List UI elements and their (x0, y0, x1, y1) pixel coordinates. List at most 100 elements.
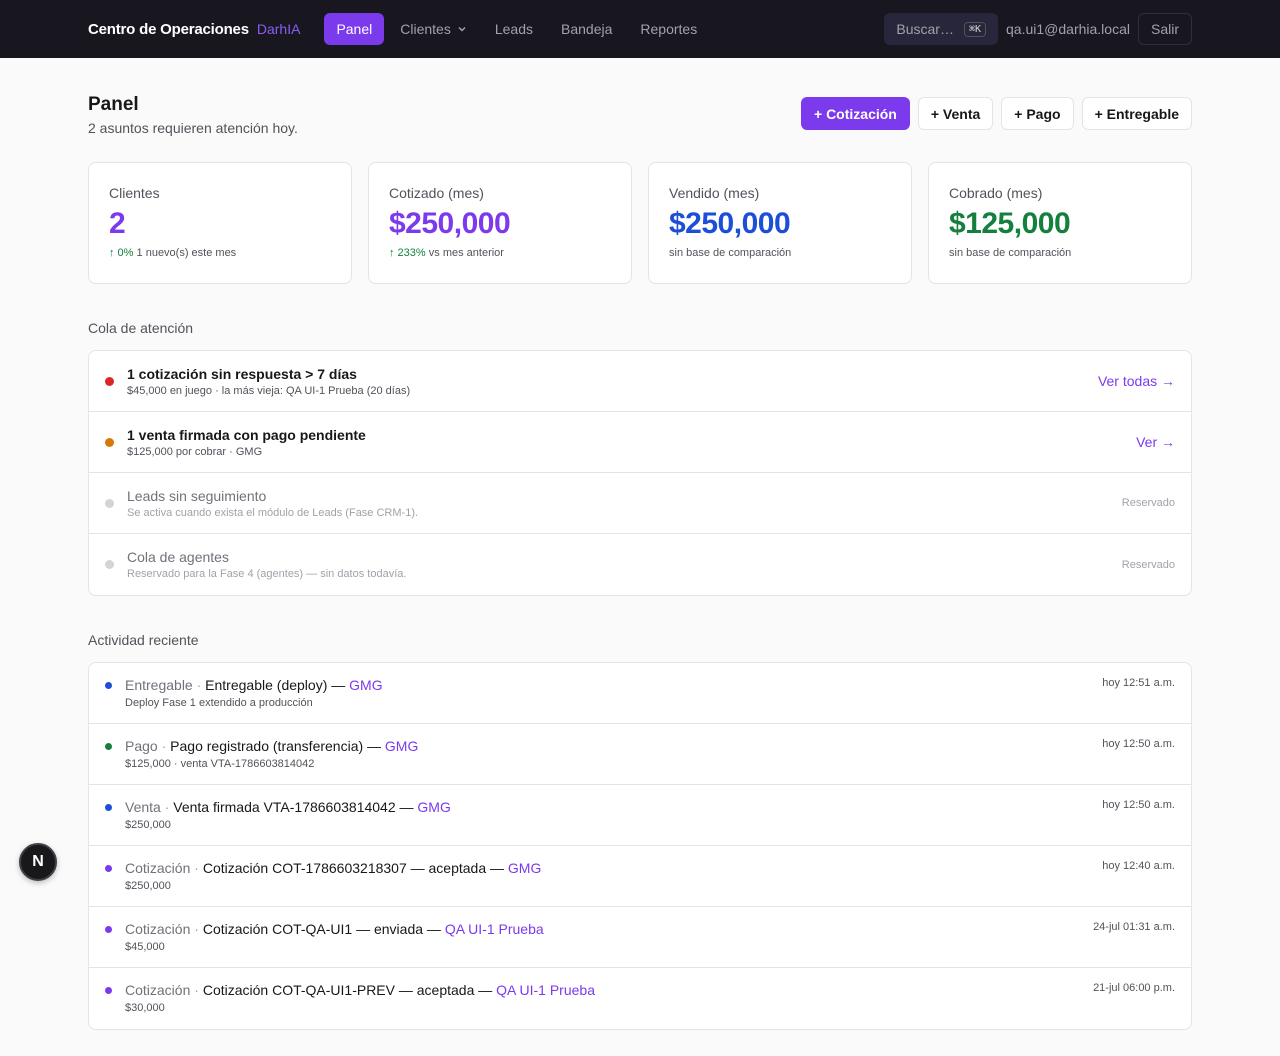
activity-description: Venta firmada VTA-1786603814042 — (173, 799, 414, 815)
activity-description: Cotización COT-QA-UI1-PREV — aceptada — (202, 982, 493, 998)
activity-type: Pago (125, 738, 158, 754)
kpi-cards: Clientes 2 ↑ 0% 1 nuevo(s) este mes Coti… (88, 162, 1192, 284)
kpi-trend: ↑ 233% (389, 247, 426, 259)
main-nav: Panel Clientes Leads Bandeja Reportes (324, 13, 709, 45)
activity-client-link[interactable]: GMG (508, 860, 541, 876)
activity-separator: · (190, 982, 203, 998)
kpi-card-cotizado: Cotizado (mes) $250,000 ↑ 233% vs mes an… (368, 162, 632, 284)
queue-item[interactable]: 1 cotización sin respuesta > 7 días $45,… (89, 351, 1191, 412)
kpi-label: Cobrado (mes) (949, 185, 1043, 201)
activity-dot (105, 682, 112, 689)
kpi-label: Clientes (109, 185, 160, 201)
activity-detail: $45,000 (125, 941, 165, 953)
kpi-card-cobrado: Cobrado (mes) $125,000 sin base de compa… (928, 162, 1192, 284)
activity-separator: · (157, 738, 171, 754)
brand-name: Centro de Operaciones (88, 20, 249, 38)
activity-item[interactable]: Cotización · Cotización COT-178660321830… (89, 846, 1191, 907)
queue-item-detail: Reservado para la Fase 4 (agentes) — sin… (127, 568, 407, 580)
kpi-label: Vendido (mes) (669, 185, 760, 201)
quick-actions: + Cotización + Venta + Pago + Entregable (801, 97, 1192, 130)
nav-item-clientes[interactable]: Clientes (388, 13, 479, 45)
activity-timestamp: 21-jul 06:00 p.m. (1093, 982, 1175, 994)
activity-timestamp: hoy 12:51 a.m. (1102, 677, 1175, 689)
search-button[interactable]: Buscar… ⌘K (884, 13, 999, 45)
add-quote-button[interactable]: + Cotización (801, 97, 910, 130)
activity-separator: · (190, 860, 203, 876)
activity-separator: · (190, 921, 203, 937)
view-all-link[interactable]: Ver todas → (1098, 373, 1175, 389)
queue-item: Leads sin seguimiento Se activa cuando e… (89, 473, 1191, 534)
activity-client-link[interactable]: GMG (349, 677, 382, 693)
kpi-note: sin base de comparación (949, 247, 1072, 259)
activity-client-link[interactable]: QA UI-1 Prueba (496, 982, 595, 998)
nav-item-label: Panel (336, 21, 373, 37)
kpi-note-text: vs mes anterior (428, 247, 504, 259)
kpi-trend: ↑ 0% (109, 247, 134, 259)
nav-item-leads[interactable]: Leads (483, 13, 545, 45)
status-dot (105, 498, 114, 508)
activity-line: Entregable · Entregable (deploy) — GMG (125, 677, 1102, 693)
nav-item-panel[interactable]: Panel (324, 13, 385, 45)
kpi-value: $125,000 (949, 207, 1071, 240)
activity-type: Cotización (125, 860, 191, 876)
nav-item-label: Clientes (400, 21, 451, 37)
activity-item[interactable]: Pago · Pago registrado (transferencia) —… (89, 724, 1191, 785)
add-deliverable-button[interactable]: + Entregable (1081, 97, 1192, 130)
kpi-note: ↑ 233% vs mes anterior (389, 247, 611, 259)
search-shortcut: ⌘K (963, 21, 987, 37)
queue-section-title: Cola de atención (88, 320, 194, 336)
kpi-note-text: 1 nuevo(s) este mes (136, 247, 237, 259)
logout-button[interactable]: Salir (1137, 13, 1192, 45)
status-dot (105, 376, 114, 386)
activity-dot (105, 804, 112, 811)
activity-description: Entregable (deploy) — (205, 677, 346, 693)
activity-section-title: Actividad reciente (88, 632, 199, 648)
activity-detail: Deploy Fase 1 extendido a producción (125, 697, 313, 709)
nav-item-label: Reportes (640, 21, 698, 37)
page-header: Panel 2 asuntos requieren atención hoy. … (88, 94, 1192, 136)
nav-item-reportes[interactable]: Reportes (628, 13, 709, 45)
status-dot (105, 437, 114, 447)
next-dev-tools-button[interactable]: N (19, 843, 57, 881)
activity-timestamp: hoy 12:50 a.m. (1102, 738, 1175, 750)
user-email: qa.ui1@darhia.local (1006, 21, 1130, 37)
activity-detail: $125,000 · venta VTA-1786603814042 (125, 758, 315, 770)
activity-type: Cotización (125, 921, 191, 937)
brand[interactable]: Centro de Operaciones DarhIA (88, 21, 300, 38)
activity-dot (105, 743, 112, 750)
activity-line: Pago · Pago registrado (transferencia) —… (125, 738, 1102, 754)
activity-description: Pago registrado (transferencia) — (170, 738, 382, 754)
kpi-note: ↑ 0% 1 nuevo(s) este mes (109, 247, 331, 259)
activity-client-link[interactable]: GMG (417, 799, 450, 815)
activity-item[interactable]: Cotización · Cotización COT-QA-UI1-PREV … (89, 968, 1191, 1029)
activity-line: Venta · Venta firmada VTA-1786603814042 … (125, 799, 1102, 815)
activity-item[interactable]: Cotización · Cotización COT-QA-UI1 — env… (89, 907, 1191, 968)
activity-client-link[interactable]: QA UI-1 Prueba (445, 921, 544, 937)
activity-timestamp: hoy 12:40 a.m. (1102, 860, 1175, 872)
main-content: Panel 2 asuntos requieren atención hoy. … (0, 58, 1280, 1030)
activity-dot (105, 987, 112, 994)
activity-client-link[interactable]: GMG (385, 738, 418, 754)
activity-item[interactable]: Venta · Venta firmada VTA-1786603814042 … (89, 785, 1191, 846)
activity-separator: · (192, 677, 206, 693)
queue-item-title: 1 cotización sin respuesta > 7 días (127, 365, 357, 382)
activity-feed: Entregable · Entregable (deploy) — GMG De… (88, 662, 1192, 1030)
queue-item-title: 1 venta firmada con pago pendiente (127, 426, 366, 443)
view-link[interactable]: Ver → (1136, 434, 1175, 450)
activity-dot (105, 865, 112, 872)
add-sale-button[interactable]: + Venta (917, 97, 994, 130)
queue-item[interactable]: 1 venta firmada con pago pendiente $125,… (89, 412, 1191, 473)
nav-item-bandeja[interactable]: Bandeja (549, 13, 624, 45)
activity-detail: $250,000 (125, 819, 171, 831)
kpi-value: $250,000 (389, 207, 511, 240)
add-payment-button[interactable]: + Pago (1001, 97, 1074, 130)
status-dot (105, 560, 114, 569)
activity-line: Cotización · Cotización COT-QA-UI1 — env… (125, 921, 1093, 937)
queue-item-title: Cola de agentes (127, 549, 229, 565)
activity-item[interactable]: Entregable · Entregable (deploy) — GMG De… (89, 663, 1191, 724)
activity-type: Entregable (125, 677, 193, 693)
activity-line: Cotización · Cotización COT-178660321830… (125, 860, 1102, 876)
reserved-label: Reservado (1121, 558, 1175, 571)
queue-item-detail: $125,000 por cobrar · GMG (127, 445, 263, 458)
activity-timestamp: 24-jul 01:31 a.m. (1093, 921, 1175, 933)
